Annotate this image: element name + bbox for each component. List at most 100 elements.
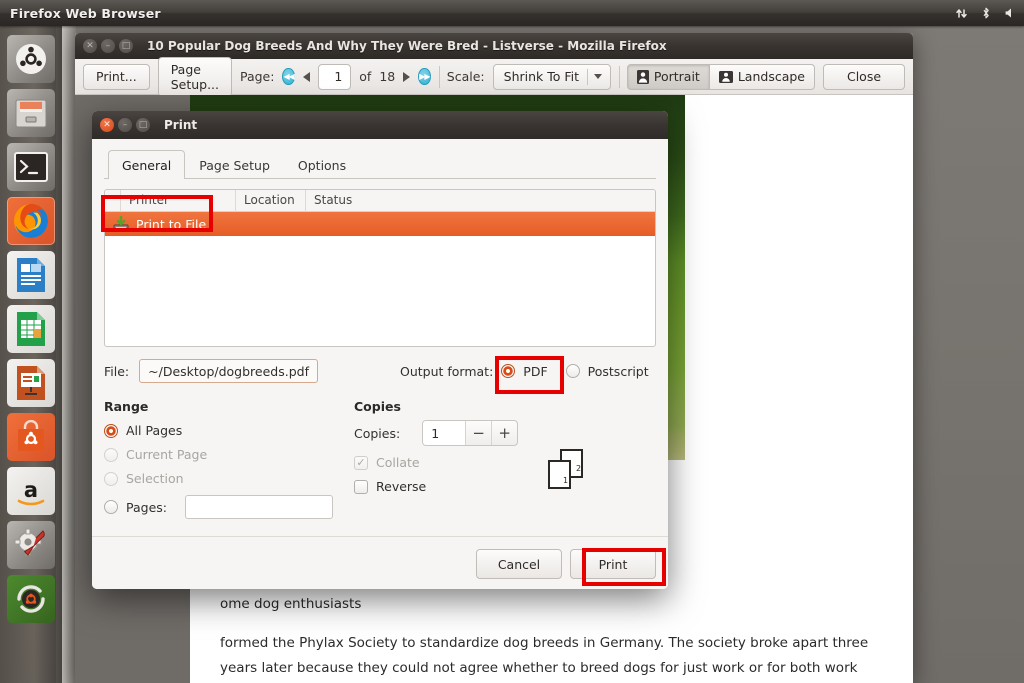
dialog-action-buttons: Cancel Print (476, 549, 656, 579)
launcher-item-amazon[interactable]: a (7, 467, 55, 515)
printer-col-location[interactable]: Location (236, 190, 306, 212)
window-maximize-button[interactable]: □ (119, 39, 133, 53)
firefox-icon (14, 204, 48, 238)
reverse-row[interactable]: Reverse (354, 479, 656, 494)
dialog-minimize-button[interactable]: – (118, 118, 132, 132)
tab-general[interactable]: General (108, 150, 186, 179)
landscape-button[interactable]: Landscape (709, 63, 815, 90)
printer-row-name: Print to File (136, 216, 207, 232)
screen: Firefox Web Browser a ✕ – □ 10 Popular D… (0, 0, 1024, 683)
portrait-button[interactable]: Portrait (626, 63, 710, 90)
output-format-group: Output format: PDF Postscript (400, 364, 649, 379)
cancel-button[interactable]: Cancel (476, 549, 562, 579)
file-row: File: ~/Desktop/dogbreeds.pdf Output for… (104, 359, 656, 383)
tab-page-setup-label: Page Setup (199, 158, 270, 173)
firefox-window-title: 10 Popular Dog Breeds And Why They Were … (147, 39, 667, 53)
range-option-selection: Selection (104, 471, 354, 486)
dialog-separator (92, 536, 668, 537)
launcher-item-files[interactable] (7, 89, 55, 137)
launcher-item-system-settings[interactable] (7, 521, 55, 569)
print-dialog-titlebar[interactable]: ✕ – □ Print (92, 111, 668, 139)
page-number-input[interactable]: 1 (317, 63, 352, 90)
collate-label: Collate (376, 455, 420, 470)
launcher-item-libreoffice-calc[interactable] (7, 305, 55, 353)
tab-options[interactable]: Options (284, 150, 360, 179)
pages-label: Pages: (126, 499, 167, 515)
network-icon[interactable] (955, 7, 968, 20)
launcher-item-libreoffice-writer[interactable] (7, 251, 55, 299)
range-option-all-pages[interactable]: All Pages (104, 423, 354, 438)
close-preview-button[interactable]: Close (823, 63, 905, 90)
current-page-radio (104, 447, 118, 462)
update-icon (17, 585, 45, 613)
svg-text:2: 2 (576, 464, 581, 473)
bluetooth-icon[interactable] (981, 6, 991, 20)
next-page-icon[interactable] (403, 71, 411, 82)
close-preview-label: Close (846, 69, 882, 84)
panel-app-title[interactable]: Firefox Web Browser (10, 6, 161, 21)
launcher-item-terminal[interactable] (7, 143, 55, 191)
tab-page-setup[interactable]: Page Setup (185, 150, 284, 179)
print-dialog-print-button[interactable]: Print (570, 549, 656, 579)
firefox-titlebar[interactable]: ✕ – □ 10 Popular Dog Breeds And Why They… (75, 33, 913, 59)
tab-options-label: Options (297, 158, 347, 173)
pages-radio[interactable] (104, 500, 118, 514)
output-format-label: Output format: (399, 363, 494, 379)
pages-input[interactable] (185, 495, 333, 519)
document-icon (17, 258, 45, 292)
pdf-radio[interactable] (501, 364, 516, 378)
scale-select[interactable]: Shrink To Fit (492, 63, 611, 90)
window-close-button[interactable]: ✕ (83, 39, 97, 53)
scale-label: Scale: (446, 69, 485, 84)
first-page-icon[interactable]: ◀◀ (282, 68, 295, 85)
chevron-down-icon (593, 74, 602, 79)
amazon-icon: a (17, 478, 45, 506)
copies-title: Copies (354, 399, 401, 414)
reverse-checkbox[interactable] (354, 479, 368, 494)
printer-col-printer[interactable]: Printer (121, 190, 236, 212)
dialog-maximize-button[interactable]: □ (136, 118, 150, 132)
spreadsheet-icon (17, 312, 45, 346)
launcher-item-libreoffice-impress[interactable] (7, 359, 55, 407)
volume-icon[interactable] (1004, 7, 1016, 19)
print-preview-toolbar: Print... Page Setup... Page: ◀◀ 1 of 18 … (75, 56, 913, 97)
print-button[interactable]: Print... (83, 63, 150, 90)
copies-row: Copies: 1 − + (354, 420, 656, 446)
dialog-close-button[interactable]: ✕ (100, 118, 114, 132)
all-pages-radio[interactable] (104, 423, 118, 438)
presentation-icon (17, 366, 45, 400)
terminal-icon (14, 152, 48, 182)
launcher-item-firefox[interactable] (7, 197, 55, 245)
top-panel: Firefox Web Browser (0, 0, 1024, 26)
pdf-label[interactable]: PDF (523, 364, 547, 379)
copies-group: Copies Copies: 1 − + ✓ Collate Reverse 2… (354, 399, 656, 519)
postscript-label[interactable]: Postscript (588, 364, 649, 379)
range-option-pages[interactable]: Pages: (104, 495, 354, 519)
file-path-input[interactable]: ~/Desktop/dogbreeds.pdf (139, 359, 318, 383)
orientation-segmented-control: Portrait Landscape (626, 63, 815, 90)
launcher-item-ubuntu-software[interactable] (7, 413, 55, 461)
window-minimize-button[interactable]: – (101, 39, 115, 53)
print-dialog-tabs: General Page Setup Options (104, 149, 656, 179)
last-page-icon[interactable]: ▶▶ (418, 68, 431, 85)
landscape-icon (718, 70, 733, 83)
tab-general-label: General (122, 158, 172, 173)
postscript-radio[interactable] (565, 364, 580, 378)
launcher-item-software-updater[interactable] (7, 575, 55, 623)
landscape-label: Landscape (737, 69, 805, 84)
printer-row-name-cell: Print to File (105, 216, 206, 232)
all-pages-label: All Pages (126, 423, 183, 438)
printer-table[interactable]: Printer Location Status Print to File (104, 189, 656, 347)
article-line-4: ome dog enthusiasts (220, 596, 362, 612)
copies-stepper[interactable]: 1 − + (422, 420, 519, 446)
launcher-item-dash-home[interactable] (7, 35, 55, 83)
collate-row: ✓ Collate (354, 455, 656, 470)
table-row[interactable]: Print to File (105, 212, 655, 236)
previous-page-icon[interactable] (302, 71, 310, 82)
print-dialog-body: General Page Setup Options Printer Locat… (92, 139, 668, 589)
copies-value[interactable]: 1 (423, 421, 466, 445)
copies-decrement-button[interactable]: − (465, 421, 491, 445)
copies-increment-button[interactable]: + (491, 421, 517, 445)
printer-col-status[interactable]: Status (306, 190, 655, 212)
page-setup-button[interactable]: Page Setup... (157, 56, 232, 97)
